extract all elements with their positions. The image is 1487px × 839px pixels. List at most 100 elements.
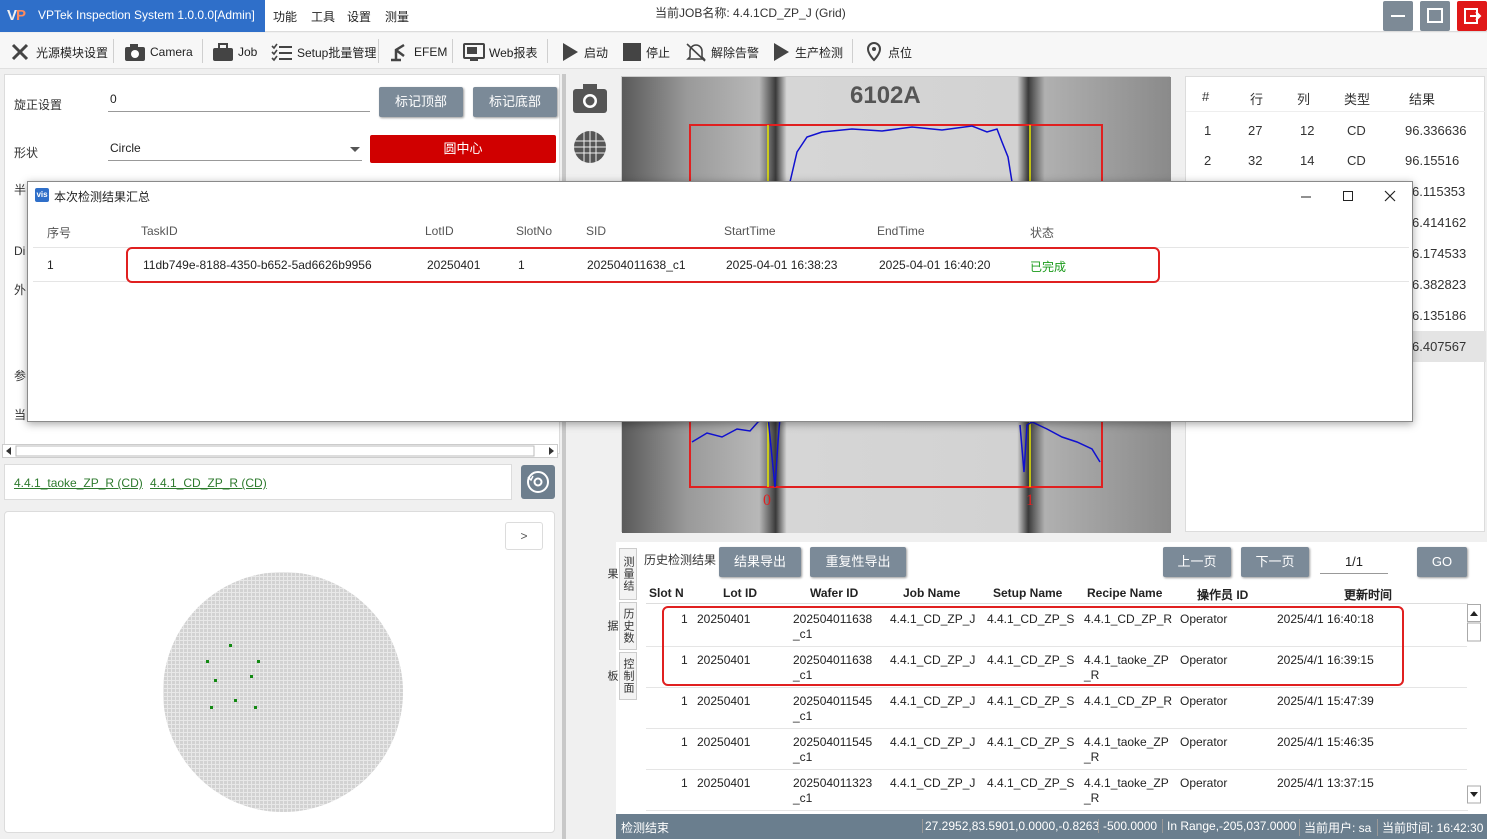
clear-alarm-button[interactable]: 解除告警 <box>685 41 759 63</box>
cell: 4.4.1_CD_ZP_S <box>987 694 1075 708</box>
app-icon: vis <box>35 188 49 202</box>
partial-label: 参 <box>14 369 27 383</box>
points-label: 点位 <box>888 45 913 60</box>
horizontal-scrollbar[interactable] <box>2 444 558 458</box>
mark-bottom-button[interactable]: 标记底部 <box>473 87 557 117</box>
camera-button[interactable]: Camera <box>124 41 193 63</box>
marker-0: 0 <box>763 492 771 509</box>
menu-settings[interactable]: 设置 <box>347 8 371 25</box>
play-icon <box>774 43 789 61</box>
measure-point[interactable] <box>214 679 217 682</box>
cell: 20250401 <box>697 694 751 708</box>
repeat-export-button[interactable]: 重复性导出 <box>810 547 906 577</box>
table-row[interactable]: 1 20250401 202504011545 _c1 4.4.1_CD_ZP_… <box>646 729 1468 770</box>
vertical-scrollbar[interactable] <box>1467 604 1481 804</box>
camera-icon <box>125 44 145 61</box>
cell: 4.4.1_CD_ZP_J <box>890 735 976 749</box>
cell: CD <box>1347 123 1366 138</box>
maximize-icon[interactable] <box>1338 186 1358 206</box>
minimize-icon <box>1391 15 1405 17</box>
cell: 4.4.1_CD_ZP_R <box>1084 694 1173 708</box>
points-button[interactable]: 点位 <box>864 41 912 63</box>
minimize-icon[interactable] <box>1296 186 1316 206</box>
grid-globe-icon[interactable] <box>572 129 608 165</box>
rotate-label: 旋正设置 <box>14 98 63 112</box>
cell: Operator <box>1180 735 1228 749</box>
measure-point[interactable] <box>250 675 253 678</box>
efem-button[interactable]: EFEM <box>388 41 447 63</box>
expand-button[interactable]: > <box>505 522 543 550</box>
table-row[interactable]: 2 32 14 CD 96.15516 <box>1186 145 1486 176</box>
mark-top-button[interactable]: 标记顶部 <box>379 87 463 117</box>
tab-measure-result[interactable]: 测量结果 <box>606 548 637 600</box>
marker-1: 1 <box>1026 492 1034 509</box>
menu-function[interactable]: 功能 <box>273 8 297 25</box>
go-button[interactable]: GO <box>1417 547 1467 577</box>
cell: 96.15516 <box>1405 153 1460 168</box>
cell: 1 <box>681 776 688 790</box>
cell: 2025/4/1 15:46:35 <box>1277 735 1374 749</box>
page-input[interactable]: 1/1 <box>1320 554 1388 574</box>
col-header: 结果 <box>1409 92 1436 107</box>
history-panel: 测量结果 历史数据 控制面板 历史检测结果 结果导出 重复性导出 上一页 下一页… <box>606 542 1487 814</box>
table-row[interactable]: 1 20250401 202504011545 _c1 4.4.1_CD_ZP_… <box>646 688 1468 729</box>
efem-label: EFEM <box>414 45 448 59</box>
title-bar: VP VPTek Inspection System 1.0.0.0[Admin… <box>0 0 1487 32</box>
col-header: Slot N <box>649 586 684 600</box>
recipe-link-taoke[interactable]: 4.4.1_taoke_ZP_R (CD) <box>14 476 143 490</box>
menu-measure[interactable]: 测量 <box>385 8 409 25</box>
dialog-title-bar[interactable]: vis 本次检测结果汇总 <box>28 182 1412 208</box>
wafer-map-panel: > <box>4 511 555 833</box>
rotate-input[interactable]: 0 <box>108 90 370 112</box>
col-header: LotID <box>425 224 454 238</box>
web-report-button[interactable]: Web报表 <box>463 41 537 63</box>
production-inspect-button[interactable]: 生产检测 <box>771 41 843 63</box>
cell: 6.407567 <box>1412 339 1467 354</box>
wafer-map[interactable] <box>163 572 403 812</box>
circle-center-button[interactable]: 圆中心 <box>370 135 556 163</box>
cell: 2025/4/1 13:37:15 <box>1277 776 1374 790</box>
table-row[interactable]: 1 27 12 CD 96.336636 <box>1186 115 1486 146</box>
status-bar: 检测结束 27.2952,83.5901,0.0000,-0.8263 -500… <box>616 814 1487 839</box>
close-icon[interactable] <box>1380 186 1400 206</box>
col-header: TaskID <box>141 224 178 238</box>
start-button[interactable]: 启动 <box>560 41 608 63</box>
col-header: SlotNo <box>516 224 553 238</box>
cell: 1 <box>681 735 688 749</box>
measure-point[interactable] <box>229 644 232 647</box>
exit-button[interactable] <box>1457 1 1487 31</box>
stop-button[interactable]: 停止 <box>622 41 670 63</box>
tab-control-panel[interactable]: 控制面板 <box>606 652 637 700</box>
table-row[interactable]: 1 20250401 202504011323 _c1 4.4.1_CD_ZP_… <box>646 770 1468 811</box>
job-button[interactable]: Job <box>212 41 257 63</box>
production-inspect-label: 生产检测 <box>795 45 844 60</box>
tab-history-data[interactable]: 历史数据 <box>606 602 637 650</box>
measure-point[interactable] <box>234 699 237 702</box>
refresh-settings-button[interactable] <box>521 465 555 499</box>
measure-point[interactable] <box>254 706 257 709</box>
web-report-label: Web报表 <box>489 45 538 60</box>
cell: 2 <box>1204 153 1212 168</box>
recipe-link-cd[interactable]: 4.4.1_CD_ZP_R (CD) <box>150 476 267 490</box>
setup-batch-button[interactable]: Setup批量管理 <box>271 41 376 63</box>
export-result-button[interactable]: 结果导出 <box>719 547 801 577</box>
camera-icon[interactable] <box>572 82 608 114</box>
next-page-button[interactable]: 下一页 <box>1241 547 1309 577</box>
toolbar-divider <box>452 39 453 63</box>
minimize-button[interactable] <box>1383 1 1413 31</box>
chevron-down-icon[interactable] <box>350 147 360 153</box>
status-time: 当前时间: 16:42:30 <box>1377 819 1483 836</box>
cell: 4.4.1_CD_ZP_J <box>890 776 976 790</box>
prev-page-button[interactable]: 上一页 <box>1163 547 1231 577</box>
maximize-button[interactable] <box>1420 1 1450 31</box>
measure-point[interactable] <box>210 706 213 709</box>
toolbar-divider <box>852 39 853 63</box>
shape-select[interactable]: Circle <box>108 139 362 161</box>
measure-point[interactable] <box>206 660 209 663</box>
light-module-settings-button[interactable]: 光源模块设置 <box>10 41 108 63</box>
shape-label: 形状 <box>14 146 39 160</box>
app-title: VPTek Inspection System 1.0.0.0[Admin] <box>38 8 255 22</box>
result-summary-dialog: vis 本次检测结果汇总 序号 TaskID LotID SlotNo SID … <box>27 181 1413 422</box>
measure-point[interactable] <box>257 660 260 663</box>
menu-tools[interactable]: 工具 <box>311 8 335 25</box>
